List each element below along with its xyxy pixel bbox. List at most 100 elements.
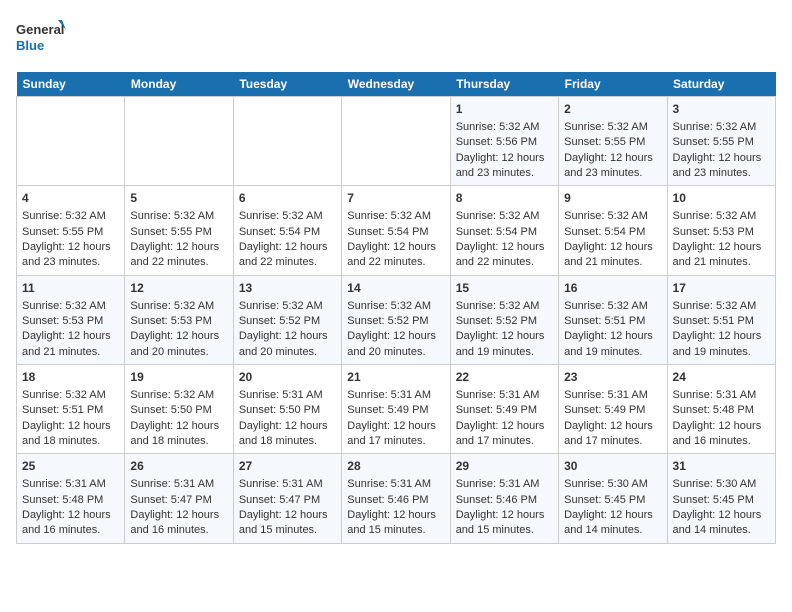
day-info: Sunset: 5:49 PM bbox=[347, 403, 444, 418]
week-row-1: 1 Sunrise: 5:32 AM Sunset: 5:56 PMDaylight… bbox=[17, 97, 776, 186]
svg-text:General: General bbox=[16, 22, 64, 37]
day-number: 8 bbox=[456, 190, 553, 207]
day-info: Sunrise: 5:32 AM bbox=[130, 299, 227, 314]
day-number: 17 bbox=[673, 280, 770, 297]
calendar-cell: 7Sunrise: 5:32 AMSunset: 5:54 PMDaylight… bbox=[342, 186, 450, 275]
day-info: Daylight: 12 hours bbox=[564, 329, 661, 344]
calendar-cell: 11Sunrise: 5:32 AMSunset: 5:53 PMDayligh… bbox=[17, 275, 125, 364]
day-info: Daylight: 12 hours bbox=[130, 240, 227, 255]
day-info: Sunrise: 5:31 AM bbox=[456, 477, 553, 492]
day-info: Sunset: 5:48 PM bbox=[22, 493, 119, 508]
day-info: Sunrise: 5:31 AM bbox=[22, 477, 119, 492]
calendar-cell: 16Sunrise: 5:32 AMSunset: 5:51 PMDayligh… bbox=[559, 275, 667, 364]
logo-svg: General Blue bbox=[16, 16, 66, 60]
week-row-3: 11Sunrise: 5:32 AMSunset: 5:53 PMDayligh… bbox=[17, 275, 776, 364]
day-info: Sunrise: 5:32 AM bbox=[456, 299, 553, 314]
calendar-cell: 25Sunrise: 5:31 AMSunset: 5:48 PMDayligh… bbox=[17, 454, 125, 543]
day-info: and 20 minutes. bbox=[130, 345, 227, 360]
day-info: and 22 minutes. bbox=[456, 255, 553, 270]
day-info: Sunrise: 5:31 AM bbox=[239, 477, 336, 492]
day-info: Sunset: 5:55 PM bbox=[22, 225, 119, 240]
day-info: Sunset: 5:55 PM bbox=[673, 135, 770, 150]
week-row-4: 18Sunrise: 5:32 AMSunset: 5:51 PMDayligh… bbox=[17, 365, 776, 454]
day-number: 5 bbox=[130, 190, 227, 207]
calendar-cell: 19Sunrise: 5:32 AMSunset: 5:50 PMDayligh… bbox=[125, 365, 233, 454]
day-info: and 15 minutes. bbox=[239, 523, 336, 538]
day-number: 4 bbox=[22, 190, 119, 207]
calendar-cell: 1Sunrise: 5:32 AMSunset: 5:56 PMDaylight… bbox=[450, 97, 558, 186]
day-info: Daylight: 12 hours bbox=[239, 419, 336, 434]
day-number: 1 bbox=[456, 101, 553, 118]
calendar-cell: 14Sunrise: 5:32 AMSunset: 5:52 PMDayligh… bbox=[342, 275, 450, 364]
day-info: and 15 minutes. bbox=[456, 523, 553, 538]
day-info: Sunrise: 5:32 AM bbox=[456, 209, 553, 224]
day-info: Sunset: 5:47 PM bbox=[239, 493, 336, 508]
day-info: Sunset: 5:55 PM bbox=[564, 135, 661, 150]
day-info: Sunset: 5:54 PM bbox=[564, 225, 661, 240]
day-info: Daylight: 12 hours bbox=[347, 419, 444, 434]
calendar-cell bbox=[342, 97, 450, 186]
day-info: and 23 minutes. bbox=[564, 166, 661, 181]
day-info: Daylight: 12 hours bbox=[22, 419, 119, 434]
day-info: and 18 minutes. bbox=[22, 434, 119, 449]
day-info: Daylight: 12 hours bbox=[456, 151, 553, 166]
day-number: 27 bbox=[239, 458, 336, 475]
day-number: 21 bbox=[347, 369, 444, 386]
calendar-cell: 4Sunrise: 5:32 AMSunset: 5:55 PMDaylight… bbox=[17, 186, 125, 275]
calendar-cell: 29Sunrise: 5:31 AMSunset: 5:46 PMDayligh… bbox=[450, 454, 558, 543]
day-info: Daylight: 12 hours bbox=[239, 508, 336, 523]
day-info: Sunrise: 5:32 AM bbox=[130, 388, 227, 403]
day-info: Sunrise: 5:32 AM bbox=[564, 120, 661, 135]
week-row-2: 4Sunrise: 5:32 AMSunset: 5:55 PMDaylight… bbox=[17, 186, 776, 275]
day-number: 20 bbox=[239, 369, 336, 386]
day-info: Daylight: 12 hours bbox=[347, 240, 444, 255]
day-info: Sunrise: 5:32 AM bbox=[22, 388, 119, 403]
day-info: Sunset: 5:55 PM bbox=[130, 225, 227, 240]
day-info: and 14 minutes. bbox=[564, 523, 661, 538]
calendar-table: SundayMondayTuesdayWednesdayThursdayFrid… bbox=[16, 72, 776, 544]
day-info: and 18 minutes. bbox=[239, 434, 336, 449]
calendar-cell: 8Sunrise: 5:32 AMSunset: 5:54 PMDaylight… bbox=[450, 186, 558, 275]
day-info: Sunrise: 5:32 AM bbox=[22, 299, 119, 314]
day-info: and 22 minutes. bbox=[130, 255, 227, 270]
day-info: and 21 minutes. bbox=[22, 345, 119, 360]
day-info: and 18 minutes. bbox=[130, 434, 227, 449]
day-info: Sunset: 5:50 PM bbox=[130, 403, 227, 418]
day-info: Sunrise: 5:32 AM bbox=[239, 209, 336, 224]
day-info: Sunrise: 5:32 AM bbox=[673, 209, 770, 224]
day-info: Sunrise: 5:31 AM bbox=[564, 388, 661, 403]
day-info: Daylight: 12 hours bbox=[130, 508, 227, 523]
day-info: Daylight: 12 hours bbox=[347, 329, 444, 344]
day-info: Daylight: 12 hours bbox=[130, 329, 227, 344]
day-info: Sunrise: 5:32 AM bbox=[22, 209, 119, 224]
day-info: Sunset: 5:48 PM bbox=[673, 403, 770, 418]
day-info: and 22 minutes. bbox=[347, 255, 444, 270]
day-info: Sunset: 5:56 PM bbox=[456, 135, 553, 150]
day-info: and 16 minutes. bbox=[22, 523, 119, 538]
day-info: and 17 minutes. bbox=[347, 434, 444, 449]
day-info: Sunrise: 5:31 AM bbox=[239, 388, 336, 403]
calendar-cell: 6Sunrise: 5:32 AMSunset: 5:54 PMDaylight… bbox=[233, 186, 341, 275]
day-number: 28 bbox=[347, 458, 444, 475]
day-info: and 15 minutes. bbox=[347, 523, 444, 538]
day-info: Daylight: 12 hours bbox=[456, 329, 553, 344]
day-info: Sunset: 5:52 PM bbox=[456, 314, 553, 329]
day-info: Sunrise: 5:32 AM bbox=[564, 299, 661, 314]
day-info: Daylight: 12 hours bbox=[673, 419, 770, 434]
day-info: Daylight: 12 hours bbox=[456, 240, 553, 255]
day-info: Sunset: 5:50 PM bbox=[239, 403, 336, 418]
day-info: Sunset: 5:54 PM bbox=[347, 225, 444, 240]
day-number: 7 bbox=[347, 190, 444, 207]
calendar-cell: 30Sunrise: 5:30 AMSunset: 5:45 PMDayligh… bbox=[559, 454, 667, 543]
day-info: and 14 minutes. bbox=[673, 523, 770, 538]
day-info: Daylight: 12 hours bbox=[564, 419, 661, 434]
calendar-cell: 22Sunrise: 5:31 AMSunset: 5:49 PMDayligh… bbox=[450, 365, 558, 454]
day-number: 6 bbox=[239, 190, 336, 207]
calendar-cell: 3Sunrise: 5:32 AMSunset: 5:55 PMDaylight… bbox=[667, 97, 775, 186]
day-number: 15 bbox=[456, 280, 553, 297]
day-info: Sunset: 5:52 PM bbox=[347, 314, 444, 329]
calendar-cell: 24Sunrise: 5:31 AMSunset: 5:48 PMDayligh… bbox=[667, 365, 775, 454]
day-number: 29 bbox=[456, 458, 553, 475]
day-info: Daylight: 12 hours bbox=[22, 508, 119, 523]
day-info: and 23 minutes. bbox=[673, 166, 770, 181]
